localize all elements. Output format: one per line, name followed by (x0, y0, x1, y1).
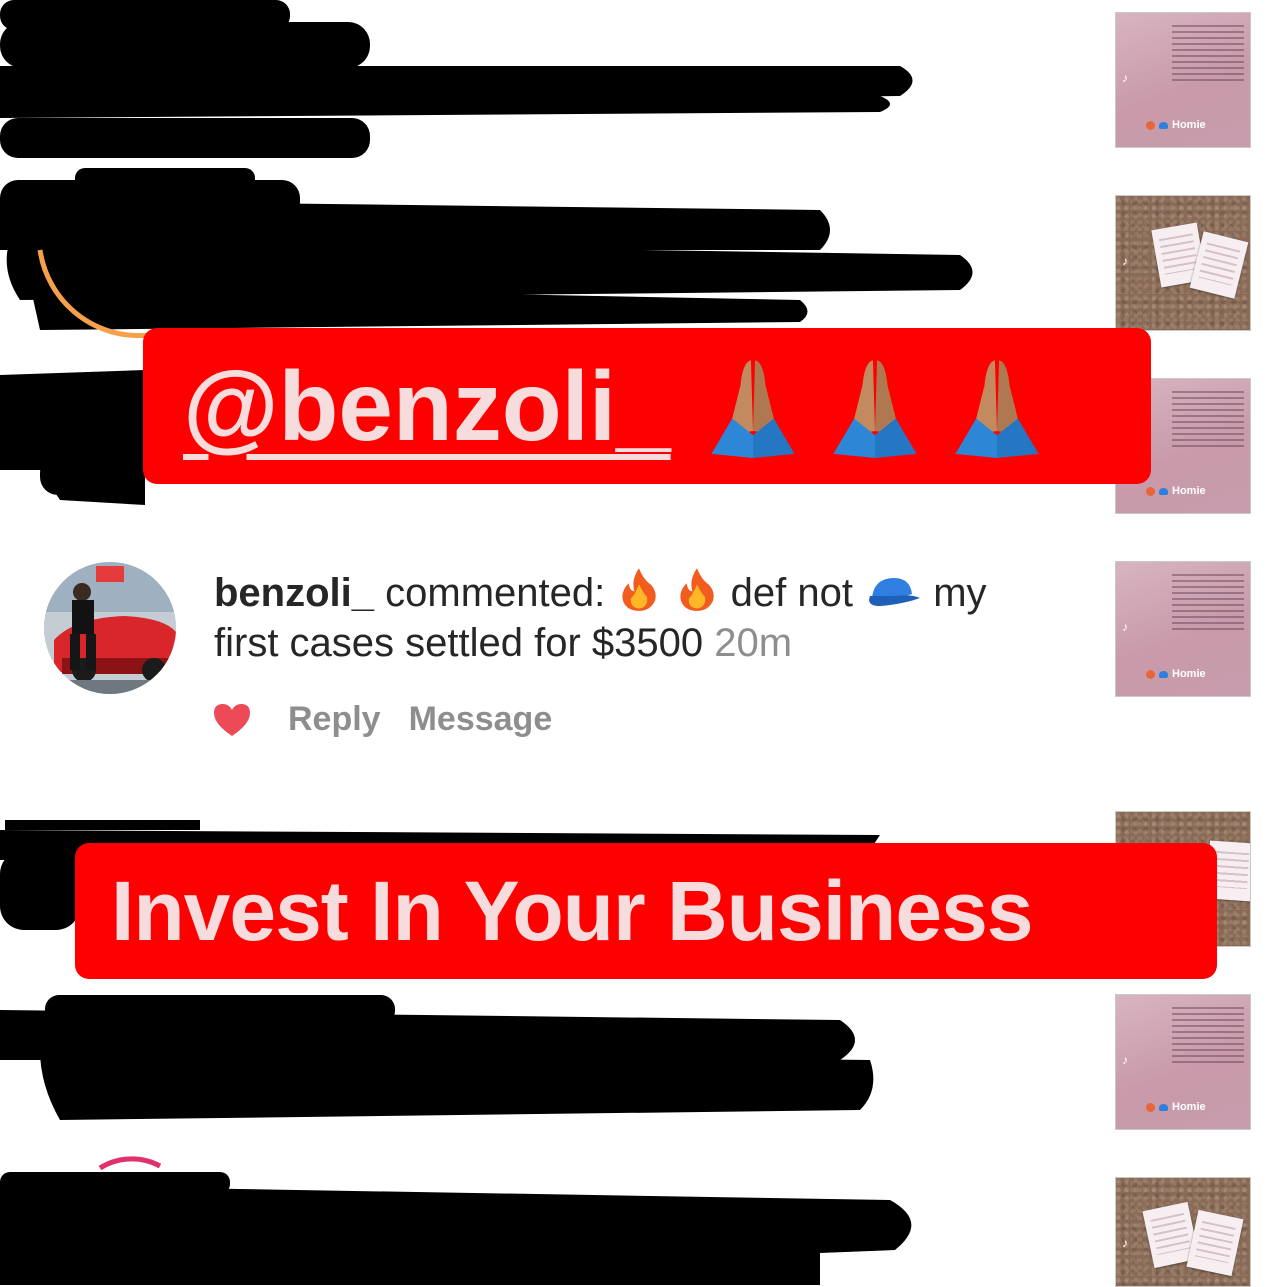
document-lines (1172, 570, 1244, 634)
comment-text-part1: def not (730, 571, 853, 615)
orange-emoji-icon (1146, 1102, 1155, 1112)
comment-verb: commented: (385, 571, 606, 615)
billed-cap-icon (869, 578, 921, 606)
avatar[interactable] (44, 562, 176, 694)
cap-emoji-icon (1159, 121, 1168, 129)
thumbnail-tag: Homie (1146, 668, 1206, 680)
cap-emoji-icon (1159, 670, 1168, 678)
comment-text: benzoli_ commented: def not my first cas… (214, 566, 1094, 668)
mention-banner: @benzoli_ (143, 328, 1151, 484)
orange-emoji-icon (1146, 486, 1155, 496)
folded-hands-icon (833, 360, 917, 458)
comment-text-part2: my (933, 571, 987, 615)
folded-hands-icon (711, 360, 795, 458)
folded-hands-group (701, 354, 1049, 458)
cap-emoji-icon (1159, 1103, 1168, 1111)
document-lines (1172, 1003, 1244, 1067)
slogan-banner: Invest In Your Business (75, 843, 1217, 979)
post-thumbnail[interactable]: ♪ Homie (1115, 12, 1251, 148)
paper-image (1186, 1209, 1244, 1277)
music-note-icon: ♪ (1122, 620, 1128, 634)
fire-icon (622, 568, 657, 611)
heart-icon[interactable] (212, 702, 252, 738)
post-thumbnail[interactable]: ♪ Homie (1115, 994, 1251, 1130)
music-note-icon: ♪ (1122, 254, 1128, 268)
document-lines (1172, 387, 1244, 451)
fire-icon (679, 568, 714, 611)
thumbnail-tag: Homie (1146, 1101, 1206, 1113)
comment-timestamp: 20m (714, 621, 793, 665)
thumbnail-tag: Homie (1146, 485, 1206, 497)
orange-emoji-icon (1146, 669, 1155, 679)
document-lines (1172, 21, 1244, 85)
music-note-icon: ♪ (1122, 1053, 1128, 1067)
comment-actions: Reply Message (212, 700, 552, 739)
music-note-icon: ♪ (1122, 1236, 1128, 1250)
post-thumbnail[interactable]: ♪ Homie (1115, 561, 1251, 697)
avatar-photo (44, 562, 176, 694)
slogan-text: Invest In Your Business (111, 863, 1034, 958)
comment-username[interactable]: benzoli_ (214, 571, 374, 615)
orange-emoji-icon (1146, 120, 1155, 130)
mention-link[interactable]: @benzoli_ (183, 350, 671, 463)
post-thumbnail[interactable]: ♪ (1115, 195, 1251, 331)
message-button[interactable]: Message (409, 700, 553, 739)
comment-text-part3: first cases settled for $3500 (214, 621, 704, 665)
post-thumbnail[interactable]: ♪ (1115, 1177, 1251, 1287)
cap-emoji-icon (1159, 487, 1168, 495)
reply-button[interactable]: Reply (288, 700, 381, 739)
thumbnail-tag: Homie (1146, 119, 1206, 131)
music-note-icon: ♪ (1122, 71, 1128, 85)
folded-hands-icon (955, 360, 1039, 458)
